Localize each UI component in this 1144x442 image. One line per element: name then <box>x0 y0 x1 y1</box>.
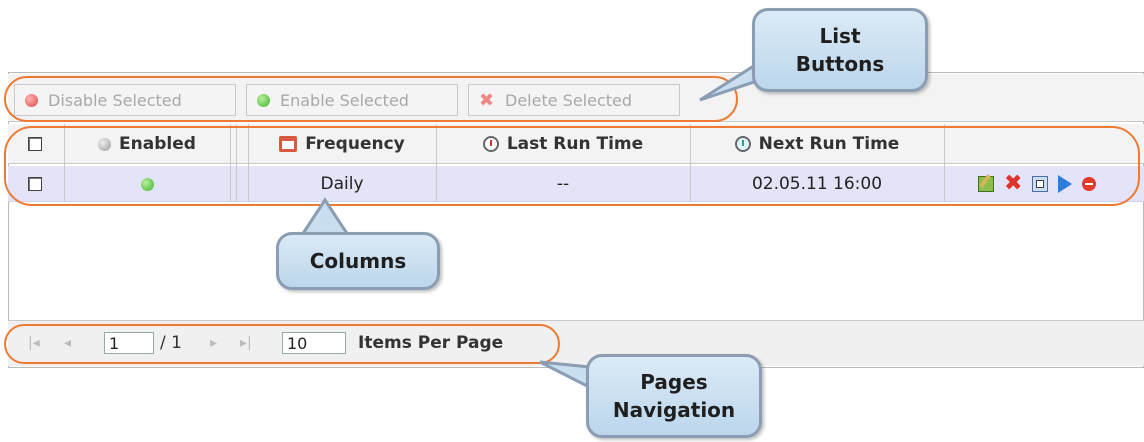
pages-navigation-callout: Pages Navigation <box>586 354 762 438</box>
columns-callout: Columns <box>276 232 440 290</box>
callout-pointers <box>297 60 796 392</box>
list-buttons-callout: List Buttons <box>752 8 928 92</box>
